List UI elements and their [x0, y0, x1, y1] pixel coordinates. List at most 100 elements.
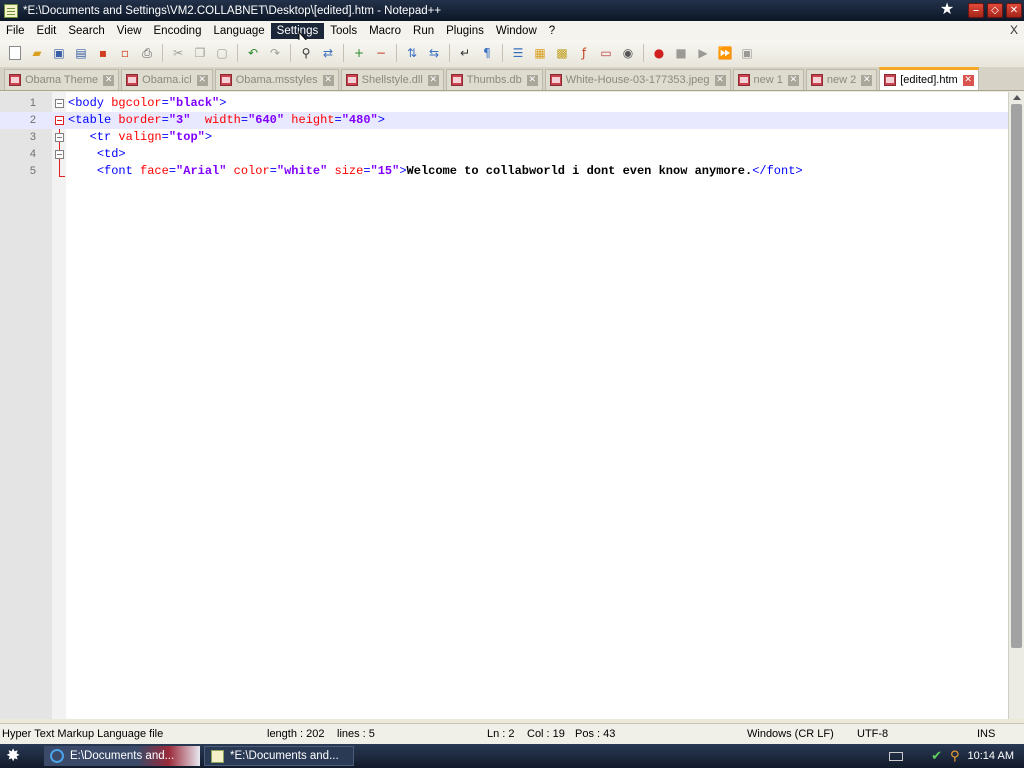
sync-horizontal-icon[interactable]: ⇆	[425, 44, 443, 62]
folder-as-workspace-icon[interactable]: ▭	[597, 44, 615, 62]
fold-toggle-icon[interactable]	[55, 99, 64, 108]
clock[interactable]: 10:14 AM	[968, 750, 1014, 762]
vertical-scrollbar[interactable]	[1008, 92, 1024, 719]
scroll-up-arrow-icon[interactable]	[1013, 95, 1021, 100]
tab-close-icon[interactable]: ✕	[962, 74, 974, 86]
tab-thumbs-db[interactable]: Thumbs.db ✕	[445, 69, 543, 90]
toolbar-separator	[343, 44, 344, 62]
user-lang-icon[interactable]: ▦	[531, 44, 549, 62]
tab-new-1[interactable]: new 1 ✕	[732, 69, 804, 90]
tab-close-icon[interactable]: ✕	[427, 74, 439, 86]
menu-file[interactable]: File	[0, 23, 31, 39]
fold-toggle-icon[interactable]	[55, 133, 64, 142]
star-icon[interactable]: ★	[937, 2, 957, 18]
monitoring-icon[interactable]: ◉	[619, 44, 637, 62]
code-line[interactable]: 2 <table border="3" width="640" height="4…	[0, 112, 1008, 129]
save-icon[interactable]: ▣	[50, 44, 68, 62]
redo-icon[interactable]: ↷	[266, 44, 284, 62]
save-macro-icon[interactable]: ▣	[738, 44, 756, 62]
code-token-attr: valign	[118, 130, 162, 144]
tab-close-icon[interactable]: ✕	[861, 74, 873, 86]
menu-run[interactable]: Run	[407, 23, 440, 39]
indent-guide-icon[interactable]: ☰	[509, 44, 527, 62]
undo-icon[interactable]: ↶	[244, 44, 262, 62]
scrollbar-thumb[interactable]	[1011, 104, 1022, 648]
notepadpp-icon	[211, 749, 224, 763]
menu-macro[interactable]: Macro	[363, 23, 407, 39]
status-encoding[interactable]: UTF-8	[857, 728, 888, 740]
function-list-icon[interactable]: ƒ	[575, 44, 593, 62]
code-line[interactable]: 1 <body bgcolor="black">	[0, 95, 1008, 112]
security-shield-icon[interactable]: ✔	[931, 748, 942, 764]
status-insert-mode[interactable]: INS	[977, 728, 995, 740]
tab-active-htm[interactable]: [edited].htm ✕	[879, 67, 979, 90]
zoom-in-icon[interactable]: +	[350, 44, 368, 62]
menu-edit[interactable]: Edit	[31, 23, 63, 39]
code-token-val: "white"	[276, 164, 328, 178]
start-button[interactable]: ✸	[6, 746, 20, 766]
taskbar-item-explorer[interactable]: E:\Documents and...	[44, 746, 200, 766]
tab-close-icon[interactable]: ✕	[714, 74, 726, 86]
code-line[interactable]: 3 <tr valign="top">	[0, 129, 1008, 146]
menu-window[interactable]: Window	[490, 23, 543, 39]
close-all-icon[interactable]: ▫	[116, 44, 134, 62]
tab-close-icon[interactable]: ✕	[103, 74, 115, 86]
menu-encoding[interactable]: Encoding	[148, 23, 208, 39]
save-all-icon[interactable]: ▤	[72, 44, 90, 62]
minimize-button[interactable]: ⎯	[968, 2, 984, 18]
fold-toggle-icon[interactable]	[55, 116, 64, 125]
menu-plugins[interactable]: Plugins	[440, 23, 490, 39]
code-token-tag	[226, 164, 233, 178]
close-window-button[interactable]: ✕	[1006, 2, 1022, 18]
search-icon[interactable]: ⚲	[950, 748, 960, 764]
menu-tools[interactable]: Tools	[324, 23, 363, 39]
status-eol-format[interactable]: Windows (CR LF)	[747, 728, 834, 740]
print-icon[interactable]: ⎙	[138, 44, 156, 62]
close-document-button[interactable]: X	[1010, 23, 1018, 37]
show-all-chars-icon[interactable]: ¶	[478, 44, 496, 62]
toolbar-separator	[290, 44, 291, 62]
doc-map-icon[interactable]: ▩	[553, 44, 571, 62]
menu-help[interactable]: ?	[543, 23, 561, 39]
record-macro-icon[interactable]: ●	[650, 44, 668, 62]
menu-language[interactable]: Language	[207, 23, 270, 39]
new-file-icon[interactable]	[6, 44, 24, 62]
code-line[interactable]: 5 <font face="Arial" color="white" size=…	[0, 163, 1008, 180]
play-macro-icon[interactable]: ▶	[694, 44, 712, 62]
fold-toggle-icon[interactable]	[55, 150, 64, 159]
code-token-tag: =	[334, 113, 342, 127]
tab-obama-msstyles[interactable]: Obama.msstyles ✕	[214, 69, 339, 90]
tab-close-icon[interactable]: ✕	[196, 74, 208, 86]
word-wrap-icon[interactable]: ↵	[456, 44, 474, 62]
taskbar-item-notepadpp[interactable]: *E:\Documents and...	[204, 746, 354, 766]
code-line[interactable]: 4 <td>	[0, 146, 1008, 163]
tab-close-icon[interactable]: ✕	[322, 74, 334, 86]
code-editor[interactable]: 1 <body bgcolor="black"> 2 <table border="3…	[0, 92, 1024, 719]
tab-obama-theme[interactable]: Obama Theme ✕	[4, 69, 120, 90]
maximize-button[interactable]: ◇	[987, 2, 1003, 18]
tab-close-icon[interactable]: ✕	[787, 74, 799, 86]
menu-view[interactable]: View	[111, 23, 148, 39]
tab-obama-icl[interactable]: Obama.icl ✕	[121, 69, 213, 90]
title-bar[interactable]: *E:\Documents and Settings\VM2.COLLABNET…	[0, 0, 1024, 21]
find-icon[interactable]: ⚲	[297, 44, 315, 62]
close-icon[interactable]: ▪	[94, 44, 112, 62]
tab-close-icon[interactable]: ✕	[526, 74, 538, 86]
notepadpp-app-icon[interactable]	[4, 3, 18, 18]
sync-vertical-icon[interactable]: ⇅	[403, 44, 421, 62]
copy-icon[interactable]: ❐	[191, 44, 209, 62]
menu-search[interactable]: Search	[62, 23, 110, 39]
run-macro-multiple-icon[interactable]: ⏩	[716, 44, 734, 62]
replace-icon[interactable]: ⇄	[319, 44, 337, 62]
status-length: length : 202	[267, 728, 325, 740]
zoom-out-icon[interactable]: −	[372, 44, 390, 62]
paste-icon[interactable]: ▢	[213, 44, 231, 62]
tab-shellstyle-dll[interactable]: Shellstyle.dll ✕	[340, 69, 444, 90]
cut-icon[interactable]: ✂	[169, 44, 187, 62]
open-file-icon[interactable]: ▰	[28, 44, 46, 62]
stop-record-icon[interactable]: ■	[672, 44, 690, 62]
tab-white-house-jpeg[interactable]: White-House-03-177353.jpeg ✕	[544, 69, 731, 90]
keyboard-icon[interactable]	[889, 751, 904, 761]
tab-new-2[interactable]: new 2 ✕	[805, 69, 878, 90]
